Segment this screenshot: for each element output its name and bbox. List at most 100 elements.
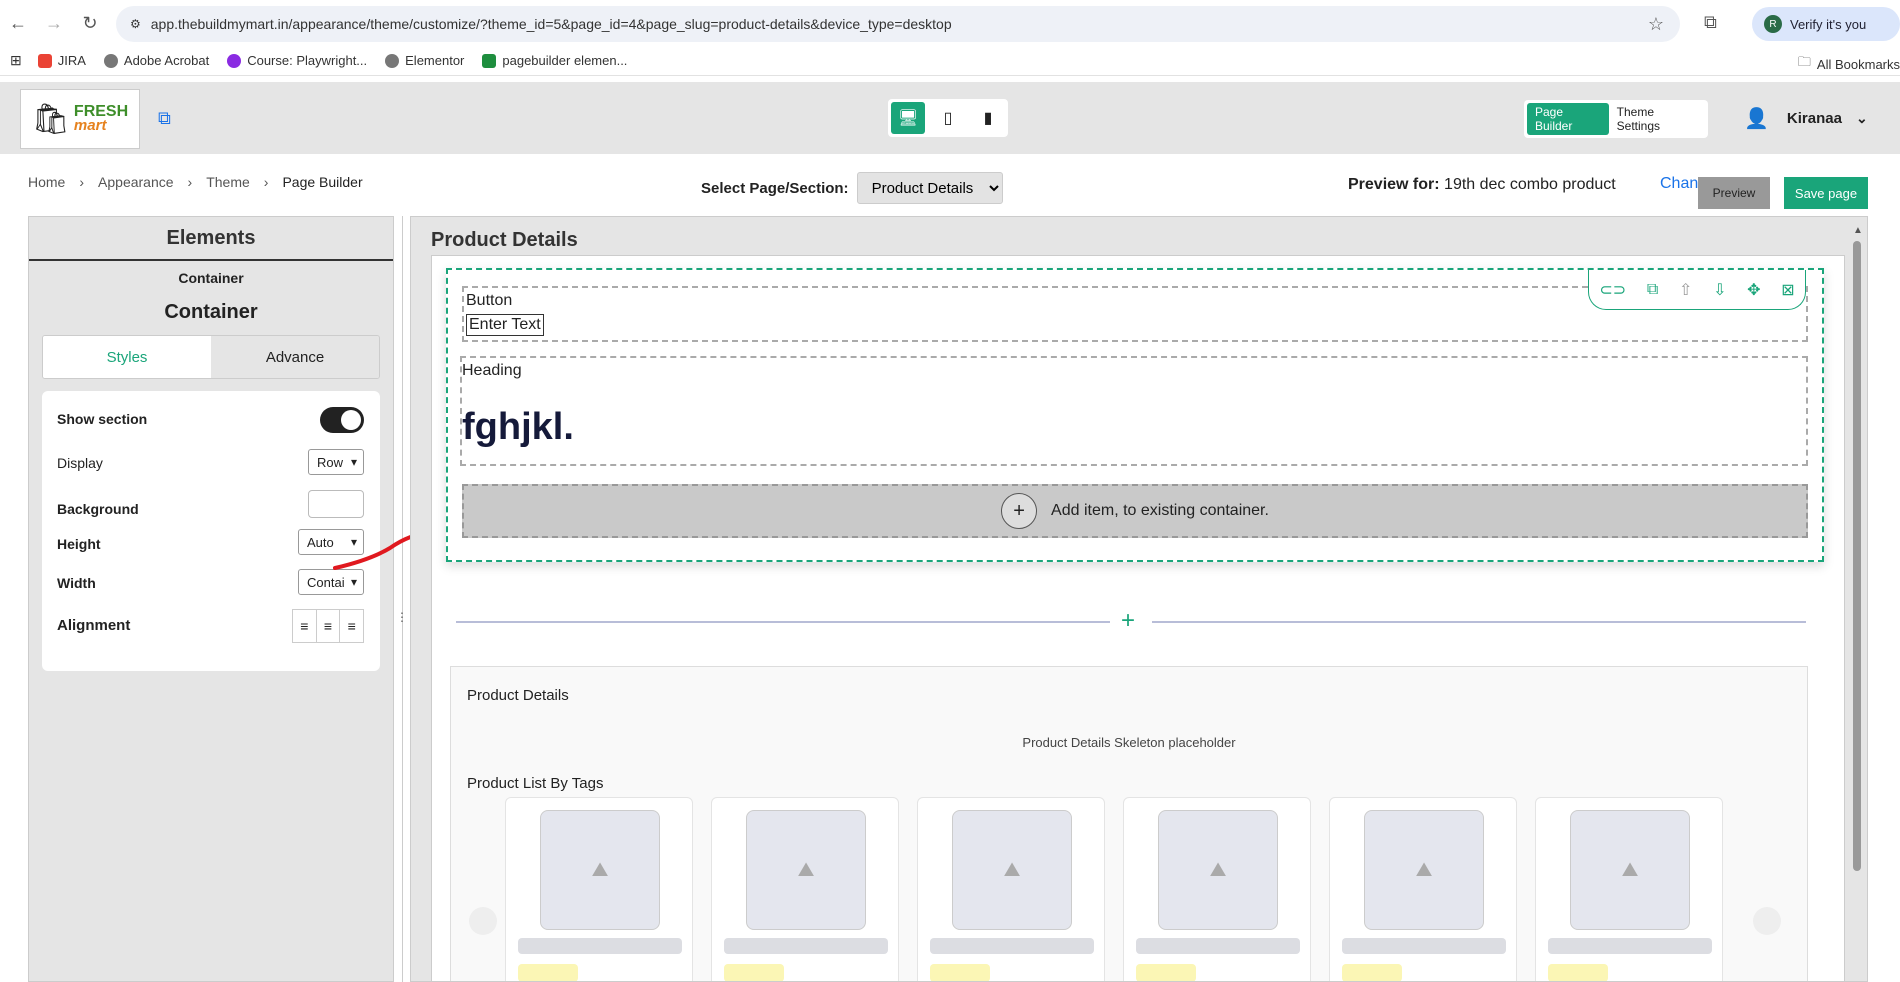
user-menu[interactable]: 👤 Kiranaa ⌄: [1744, 106, 1868, 131]
bookmark-course[interactable]: Course: Playwright...: [227, 53, 367, 68]
product-card-skeleton: ⛰: [917, 797, 1105, 981]
user-name: Kiranaa: [1786, 110, 1842, 127]
move-down-icon[interactable]: ⇩: [1713, 280, 1726, 300]
product-card-skeleton: ⛰: [711, 797, 899, 981]
preview-button[interactable]: Preview: [1698, 177, 1770, 209]
product-card-skeleton: ⛰: [1535, 797, 1723, 981]
add-item-label: Add item, to existing container.: [1051, 502, 1269, 519]
bookmark-adobe[interactable]: Adobe Acrobat: [103, 53, 209, 68]
bookmark-label: JIRA: [57, 53, 86, 68]
align-center-icon[interactable]: ≡: [317, 610, 341, 642]
profile-button[interactable]: R Verify it's you: [1752, 7, 1900, 41]
reload-icon[interactable]: ↻: [72, 5, 108, 41]
alignment-label: Alignment: [57, 617, 131, 634]
button-element-text[interactable]: Enter Text: [466, 314, 544, 336]
add-section-plus-icon[interactable]: +: [1121, 609, 1135, 633]
show-section-toggle[interactable]: [320, 407, 364, 433]
bookmark-label: Course: Playwright...: [247, 53, 368, 68]
button-element-label: Button: [466, 292, 513, 309]
chevron-right-icon: ›: [263, 174, 269, 190]
selected-container[interactable]: Button Enter Text ⊂⊃ ⧉ ⇧ ⇩ ✥ ⊠ Heading f…: [446, 268, 1824, 562]
user-icon: 👤: [1744, 108, 1769, 130]
bookmark-jira[interactable]: JIRA: [37, 53, 86, 68]
preview-for-value: 19th dec combo product: [1444, 176, 1616, 193]
image-placeholder-icon: ⛰: [1364, 810, 1484, 930]
heading-element[interactable]: Heading fghjkl.: [460, 356, 1808, 466]
canvas-scrollbar[interactable]: ▲: [1853, 225, 1863, 981]
globe-icon: [385, 53, 400, 68]
canvas-inner: Product Details Button Enter Text ⊂⊃ ⧉ ⇧…: [431, 225, 1845, 981]
chevron-right-icon: ›: [79, 174, 85, 190]
breadcrumb-appearance[interactable]: Appearance: [98, 174, 174, 190]
width-label: Width: [57, 575, 96, 591]
add-item-button[interactable]: + Add item, to existing container.: [462, 484, 1808, 538]
page-builder-tab[interactable]: Page Builder: [1527, 103, 1609, 135]
height-label: Height: [57, 536, 101, 552]
align-right-icon[interactable]: ≡: [340, 610, 363, 642]
move-up-icon[interactable]: ⇧: [1679, 280, 1692, 300]
drag-move-icon[interactable]: ✥: [1747, 280, 1760, 300]
logo-text: FRESH mart: [73, 103, 129, 134]
url-text: app.thebuildmymart.in/appearance/theme/c…: [150, 16, 952, 32]
close-icon[interactable]: ⊠: [1781, 280, 1794, 300]
bookmark-pagebuilder[interactable]: pagebuilder elemen...: [482, 53, 627, 68]
elements-panel: Elements Container Container Styles Adva…: [28, 216, 394, 982]
bookmark-label: pagebuilder elemen...: [502, 53, 628, 68]
course-icon: [227, 53, 242, 68]
plus-icon: +: [1001, 493, 1038, 529]
apps-grid-icon[interactable]: ⊞: [10, 52, 22, 69]
breadcrumb-theme[interactable]: Theme: [206, 174, 250, 190]
carousel-next-icon[interactable]: [1753, 907, 1781, 935]
bookmark-elementor[interactable]: Elementor: [385, 53, 464, 68]
mobile-icon[interactable]: ▮: [971, 102, 1005, 134]
scroll-up-icon[interactable]: ▲: [1853, 225, 1863, 236]
background-color-picker[interactable]: [308, 490, 364, 518]
tab-styles[interactable]: Styles: [43, 336, 211, 378]
panel-heading: Container: [164, 300, 258, 323]
extensions-icon[interactable]: ⧉: [1704, 12, 1717, 33]
panel-divider: [402, 216, 403, 982]
panel-title: Elements: [29, 217, 393, 261]
forward-icon[interactable]: →: [36, 5, 72, 41]
tablet-icon[interactable]: ▯: [931, 102, 965, 134]
back-icon[interactable]: ←: [0, 5, 36, 41]
save-page-button[interactable]: Save page: [1784, 177, 1868, 209]
site-info-icon[interactable]: ⚙: [130, 17, 141, 31]
carousel-prev-icon[interactable]: [469, 907, 497, 935]
panel-tabs: Styles Advance: [42, 335, 380, 379]
resize-handle-icon[interactable]: ⋮: [396, 610, 408, 624]
toggle-visibility-icon[interactable]: ⊂⊃: [1599, 280, 1626, 300]
canvas-page: Button Enter Text ⊂⊃ ⧉ ⇧ ⇩ ✥ ⊠ Heading f…: [431, 255, 1845, 981]
scrollbar-thumb[interactable]: [1853, 241, 1861, 871]
page-select[interactable]: Product Details: [856, 172, 1003, 204]
product-card-skeleton: ⛰: [1123, 797, 1311, 981]
duplicate-icon[interactable]: ⧉: [1647, 281, 1658, 299]
preview-for: Preview for: 19th dec combo product: [1348, 176, 1616, 194]
display-select[interactable]: Row: [308, 449, 364, 475]
all-bookmarks[interactable]: 🗀 All Bookmarks: [1798, 53, 1900, 75]
breadcrumb-home[interactable]: Home: [28, 174, 65, 190]
align-left-icon[interactable]: ≡: [293, 610, 317, 642]
address-bar[interactable]: ⚙ app.thebuildmymart.in/appearance/theme…: [116, 6, 1680, 42]
chevron-right-icon: ›: [187, 174, 193, 190]
tab-advance[interactable]: Advance: [211, 336, 379, 378]
product-card-skeleton: ⛰: [505, 797, 693, 981]
product-card-skeleton: ⛰: [1329, 797, 1517, 981]
product-details-section[interactable]: Product Details Product Details Skeleton…: [450, 666, 1808, 981]
add-section-divider: +: [456, 609, 1806, 633]
theme-settings-tab[interactable]: Theme Settings: [1609, 103, 1705, 135]
bookmark-star-icon[interactable]: ☆: [1648, 14, 1664, 35]
desktop-icon[interactable]: 🖥: [891, 102, 925, 134]
external-link-icon[interactable]: ⧉: [158, 108, 171, 129]
heading-element-text[interactable]: fghjkl.: [462, 406, 574, 449]
gmail-icon: [37, 53, 52, 68]
logo[interactable]: 🛍 FRESH mart: [20, 89, 140, 149]
heading-element-label: Heading: [462, 362, 522, 379]
image-placeholder-icon: ⛰: [746, 810, 866, 930]
divider-line-left: [456, 621, 1110, 623]
image-placeholder-icon: ⛰: [952, 810, 1072, 930]
canvas-title: Product Details: [431, 229, 578, 251]
product-details-title: Product Details: [467, 687, 569, 704]
builder-canvas: Product Details Button Enter Text ⊂⊃ ⧉ ⇧…: [410, 216, 1868, 982]
image-placeholder-icon: ⛰: [1570, 810, 1690, 930]
